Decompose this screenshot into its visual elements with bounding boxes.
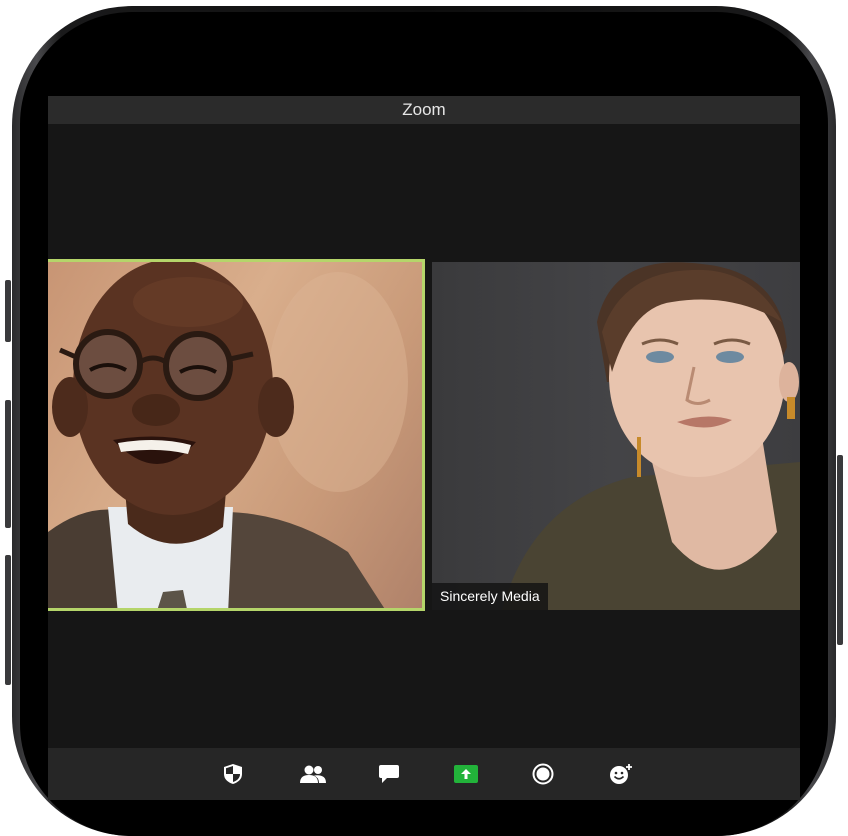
share-screen-button[interactable] [453,762,479,786]
share-screen-icon [454,765,478,783]
video-tile-active-speaker[interactable] [48,259,425,611]
phone-side-button [5,280,11,342]
video-tile-participant[interactable]: Sincerely Media [432,262,800,610]
participant-name-label: Sincerely Media [432,583,548,610]
meeting-toolbar [48,748,800,800]
phone-side-button [5,400,11,528]
record-button[interactable] [530,762,556,786]
record-icon [532,763,554,785]
reactions-icon [610,764,632,784]
participants-button[interactable] [298,762,328,786]
reactions-button[interactable] [608,762,634,786]
phone-side-button [837,455,843,645]
security-shield-icon [224,764,242,784]
chat-icon [379,765,399,783]
security-button[interactable] [220,762,246,786]
participants-icon [300,765,326,783]
participant-video [48,262,408,608]
chat-button[interactable] [376,762,402,786]
participant-video [502,262,800,610]
zoom-screen: Zoom Sincerely Media [48,96,800,800]
window-title: Zoom [48,96,800,124]
phone-side-button [5,555,11,685]
